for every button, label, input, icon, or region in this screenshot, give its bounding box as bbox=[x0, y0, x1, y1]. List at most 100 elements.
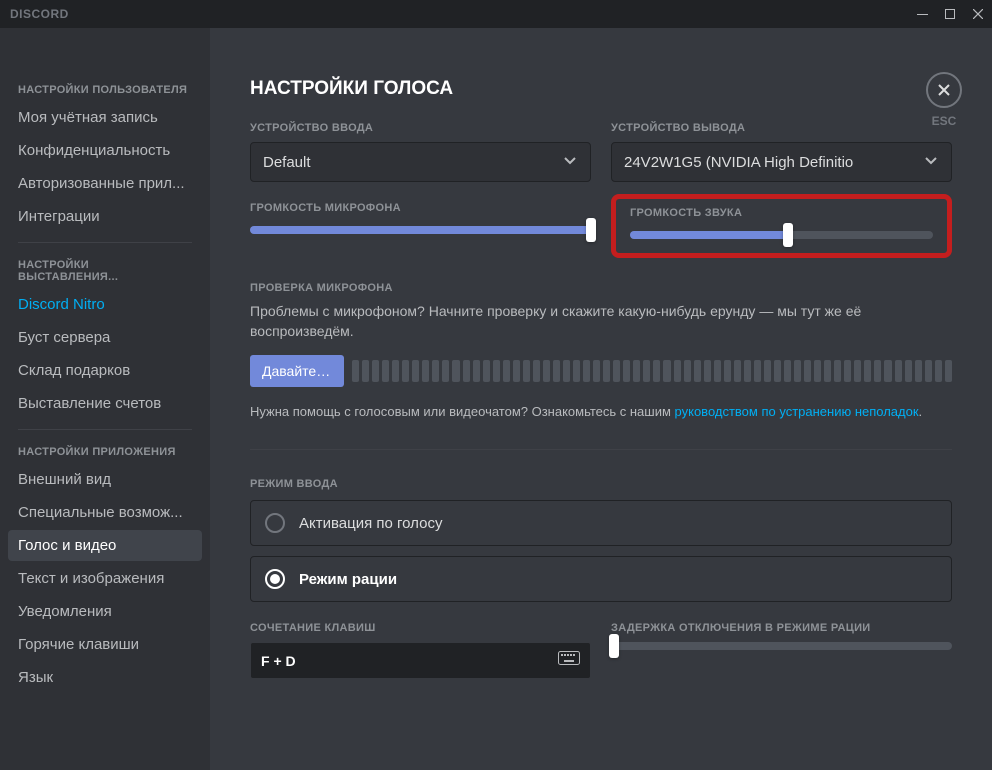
radio-icon bbox=[265, 569, 285, 589]
mic-level-meter bbox=[352, 360, 952, 382]
sidebar-item-privacy[interactable]: Конфиденциальность bbox=[8, 135, 202, 166]
settings-content: ESC НАСТРОЙКИ ГОЛОСА УСТРОЙСТВО ВВОДА De… bbox=[210, 28, 992, 770]
mic-bar bbox=[523, 360, 530, 382]
app-window: DISCORD НАСТРОЙКИ ПОЛЬЗОВАТЕЛЯМоя учётна… bbox=[0, 0, 992, 770]
mic-bar bbox=[372, 360, 379, 382]
mic-bar bbox=[543, 360, 550, 382]
maximize-button[interactable] bbox=[936, 3, 964, 25]
mic-bar bbox=[824, 360, 831, 382]
mic-bar bbox=[402, 360, 409, 382]
mic-bar bbox=[452, 360, 459, 382]
sidebar-item-gifts[interactable]: Склад подарков bbox=[8, 355, 202, 386]
esc-label: ESC bbox=[926, 114, 962, 128]
mic-bar bbox=[352, 360, 359, 382]
mic-bar bbox=[804, 360, 811, 382]
mic-bar bbox=[412, 360, 419, 382]
mic-bar bbox=[663, 360, 670, 382]
radio-push-to-talk[interactable]: Режим рации bbox=[250, 556, 952, 602]
sidebar-heading: НАСТРОЙКИ ВЫСТАВЛЕНИЯ... bbox=[8, 253, 202, 289]
mic-bar bbox=[392, 360, 399, 382]
mic-bar bbox=[684, 360, 691, 382]
output-volume-slider[interactable] bbox=[630, 231, 933, 239]
output-volume-label: ГРОМКОСТЬ ЗВУКА bbox=[630, 207, 933, 219]
mic-bar bbox=[774, 360, 781, 382]
slider-thumb[interactable] bbox=[783, 223, 793, 247]
mic-bar bbox=[593, 360, 600, 382]
minimize-button[interactable] bbox=[908, 3, 936, 25]
mic-bar bbox=[844, 360, 851, 382]
sidebar-item-nitro[interactable]: Discord Nitro bbox=[8, 289, 202, 320]
mic-bar bbox=[503, 360, 510, 382]
mic-bar bbox=[473, 360, 480, 382]
mic-bar bbox=[603, 360, 610, 382]
sidebar-item-apps[interactable]: Авторизованные прил... bbox=[8, 168, 202, 199]
mic-bar bbox=[583, 360, 590, 382]
sidebar-item-boost[interactable]: Буст сервера bbox=[8, 322, 202, 353]
output-volume-highlight: ГРОМКОСТЬ ЗВУКА bbox=[611, 194, 952, 258]
chevron-down-icon bbox=[562, 152, 578, 172]
mic-bar bbox=[674, 360, 681, 382]
mic-bar bbox=[864, 360, 871, 382]
sidebar-item-language[interactable]: Язык bbox=[8, 662, 202, 693]
slider-thumb[interactable] bbox=[609, 634, 619, 658]
slider-thumb[interactable] bbox=[586, 218, 596, 242]
sidebar-item-billing[interactable]: Выставление счетов bbox=[8, 388, 202, 419]
mic-bar bbox=[533, 360, 540, 382]
mic-bar bbox=[854, 360, 861, 382]
mic-test-heading: ПРОВЕРКА МИКРОФОНА bbox=[250, 282, 952, 294]
troubleshooting-link[interactable]: руководством по устранению неполадок bbox=[675, 404, 919, 419]
mic-bar bbox=[945, 360, 952, 382]
mic-bar bbox=[884, 360, 891, 382]
mic-bar bbox=[905, 360, 912, 382]
sidebar-item-keybinds[interactable]: Горячие клавиши bbox=[8, 629, 202, 660]
sidebar-heading: НАСТРОЙКИ ПРИЛОЖЕНИЯ bbox=[8, 440, 202, 464]
input-device-select[interactable]: Default bbox=[250, 142, 591, 182]
app-name: DISCORD bbox=[10, 7, 69, 21]
mic-bar bbox=[834, 360, 841, 382]
input-volume-slider[interactable] bbox=[250, 226, 591, 234]
shortcut-input[interactable]: F + D bbox=[250, 642, 591, 679]
shortcut-label: СОЧЕТАНИЕ КЛАВИШ bbox=[250, 622, 591, 634]
titlebar: DISCORD bbox=[0, 0, 992, 28]
mic-bar bbox=[734, 360, 741, 382]
mic-bar bbox=[633, 360, 640, 382]
mic-bar bbox=[563, 360, 570, 382]
close-button[interactable] bbox=[964, 3, 992, 25]
mic-bar bbox=[463, 360, 470, 382]
mic-bar bbox=[493, 360, 500, 382]
mic-bar bbox=[382, 360, 389, 382]
chevron-down-icon bbox=[923, 152, 939, 172]
keyboard-icon bbox=[558, 651, 580, 670]
ptt-delay-slider[interactable] bbox=[611, 642, 952, 650]
output-device-select[interactable]: 24V2W1G5 (NVIDIA High Definitio bbox=[611, 142, 952, 182]
mic-bar bbox=[915, 360, 922, 382]
sidebar-item-appearance[interactable]: Внешний вид bbox=[8, 464, 202, 495]
sidebar-heading: НАСТРОЙКИ ПОЛЬЗОВАТЕЛЯ bbox=[8, 78, 202, 102]
sidebar-item-accessibility[interactable]: Специальные возмож... bbox=[8, 497, 202, 528]
close-settings-button[interactable] bbox=[926, 72, 962, 108]
input-device-label: УСТРОЙСТВО ВВОДА bbox=[250, 122, 591, 134]
mic-bar bbox=[724, 360, 731, 382]
mic-test-button[interactable]: Давайте пр... bbox=[250, 355, 344, 387]
radio-label: Режим рации bbox=[299, 571, 397, 588]
sidebar-item-text[interactable]: Текст и изображения bbox=[8, 563, 202, 594]
mic-bar bbox=[895, 360, 902, 382]
settings-sidebar: НАСТРОЙКИ ПОЛЬЗОВАТЕЛЯМоя учётная запись… bbox=[0, 28, 210, 770]
mic-bar bbox=[613, 360, 620, 382]
radio-voice-activity[interactable]: Активация по голосу bbox=[250, 500, 952, 546]
mic-bar bbox=[483, 360, 490, 382]
divider bbox=[250, 449, 952, 450]
mic-bar bbox=[754, 360, 761, 382]
mic-bar bbox=[623, 360, 630, 382]
sidebar-item-connections[interactable]: Интеграции bbox=[8, 201, 202, 232]
sidebar-item-voice[interactable]: Голос и видео bbox=[8, 530, 202, 561]
mic-test-description: Проблемы с микрофоном? Начните проверку … bbox=[250, 302, 952, 341]
shortcut-value: F + D bbox=[261, 653, 296, 669]
mic-bar bbox=[744, 360, 751, 382]
sidebar-item-account[interactable]: Моя учётная запись bbox=[8, 102, 202, 133]
output-device-value: 24V2W1G5 (NVIDIA High Definitio bbox=[624, 154, 853, 171]
sidebar-item-notifications[interactable]: Уведомления bbox=[8, 596, 202, 627]
client-area: НАСТРОЙКИ ПОЛЬЗОВАТЕЛЯМоя учётная запись… bbox=[0, 28, 992, 770]
mic-bar bbox=[442, 360, 449, 382]
mic-bar bbox=[714, 360, 721, 382]
